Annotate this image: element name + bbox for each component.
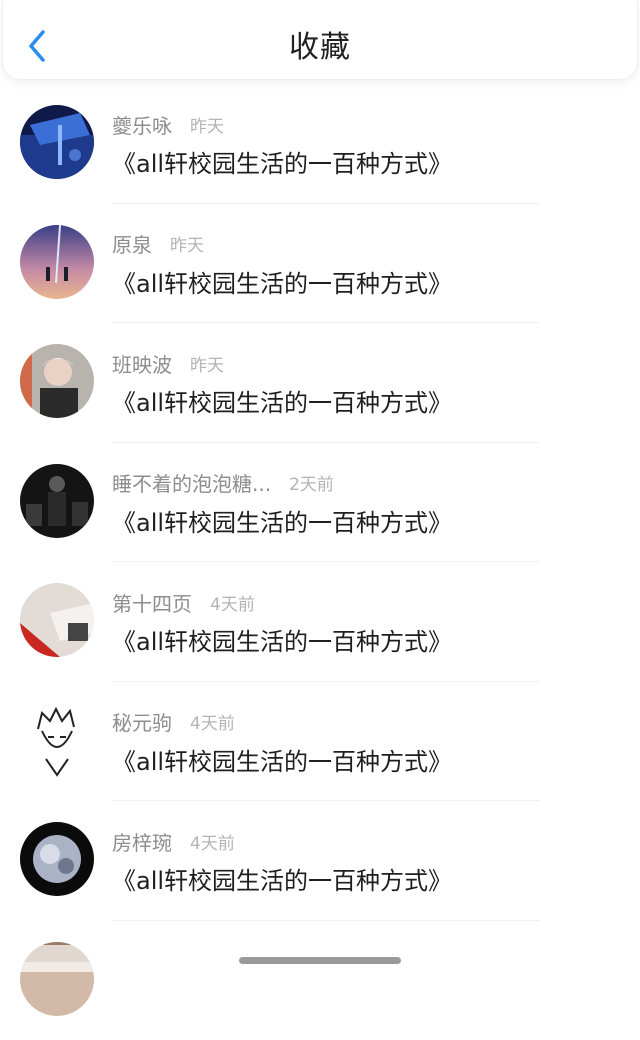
user-name: 夔乐咏	[112, 110, 172, 139]
list-item[interactable]: 原泉 昨天 《all轩校园生活的一百种方式》	[0, 204, 640, 324]
work-title[interactable]: 《all轩校园生活的一百种方式》	[112, 264, 452, 299]
avatar[interactable]	[20, 105, 94, 179]
timestamp: 昨天	[190, 351, 224, 376]
work-title[interactable]: 《all轩校园生活的一百种方式》	[112, 144, 452, 179]
timestamp: 2天前	[289, 470, 334, 495]
timestamp: 4天前	[210, 590, 255, 615]
avatar[interactable]	[20, 464, 94, 538]
timestamp: 4天前	[190, 829, 235, 854]
list-item[interactable]: 房梓琬 4天前 《all轩校园生活的一百种方式》	[0, 801, 640, 921]
home-indicator[interactable]	[239, 957, 401, 964]
work-title[interactable]: 《all轩校园生活的一百种方式》	[112, 622, 452, 657]
user-name: 房梓琬	[112, 827, 172, 856]
work-title[interactable]: 《all轩校园生活的一百种方式》	[112, 383, 452, 418]
list-item[interactable]	[0, 921, 640, 1040]
list-item[interactable]: 秘元驹 4天前 《all轩校园生活的一百种方式》	[0, 682, 640, 802]
favorites-list: 夔乐咏 昨天 《all轩校园生活的一百种方式》	[0, 84, 640, 1040]
avatar[interactable]	[20, 225, 94, 299]
list-item[interactable]: 班映波 昨天 《all轩校园生活的一百种方式》	[0, 323, 640, 443]
list-item[interactable]: 夔乐咏 昨天 《all轩校园生活的一百种方式》	[0, 84, 640, 204]
avatar[interactable]	[20, 822, 94, 896]
work-title[interactable]: 《all轩校园生活的一百种方式》	[112, 742, 452, 777]
work-title[interactable]: 《all轩校园生活的一百种方式》	[112, 503, 452, 538]
timestamp: 昨天	[170, 231, 204, 256]
user-name: 睡不着的泡泡糖...	[112, 468, 271, 497]
avatar[interactable]	[20, 703, 94, 777]
page-title: 收藏	[3, 22, 637, 66]
avatar[interactable]	[20, 344, 94, 418]
user-name: 班映波	[112, 349, 172, 378]
user-name: 第十四页	[112, 588, 192, 617]
timestamp: 昨天	[190, 112, 224, 137]
list-item[interactable]: 睡不着的泡泡糖... 2天前 《all轩校园生活的一百种方式》	[0, 443, 640, 563]
top-bar: 收藏	[2, 0, 638, 80]
user-name: 原泉	[112, 229, 152, 258]
list-item[interactable]: 第十四页 4天前 《all轩校园生活的一百种方式》	[0, 562, 640, 682]
user-name: 秘元驹	[112, 707, 172, 736]
avatar[interactable]	[20, 583, 94, 657]
work-title[interactable]: 《all轩校园生活的一百种方式》	[112, 861, 452, 896]
timestamp: 4天前	[190, 709, 235, 734]
